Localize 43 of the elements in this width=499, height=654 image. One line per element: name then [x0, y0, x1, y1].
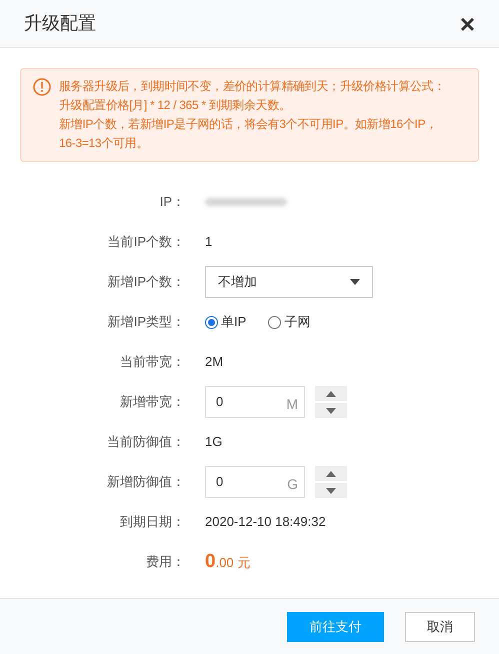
field-label: 费用：: [145, 553, 185, 572]
increment-button[interactable]: [315, 466, 347, 481]
field-label: 新增带宽：: [119, 393, 185, 412]
close-button[interactable]: ×: [460, 10, 475, 36]
field-label: 到期日期：: [119, 513, 185, 532]
decrement-button[interactable]: [315, 403, 347, 418]
increment-button[interactable]: [315, 386, 347, 401]
up-triangle-icon: [326, 470, 336, 476]
number-field[interactable]: 0 G: [205, 466, 305, 498]
field-value: 2020-12-10 18:49:32: [205, 513, 326, 532]
notice-text: 16-3=13个可用。: [59, 135, 148, 152]
radio-option[interactable]: 子网: [268, 312, 310, 332]
field-value: 1G: [205, 433, 222, 452]
up-triangle-icon: [326, 390, 336, 396]
currency-label: 元: [238, 554, 251, 572]
notice-text: 升级配置价格[月] * 12 / 365 * 到期剩余天数。: [59, 97, 291, 114]
price-decimal: .00: [216, 554, 234, 572]
down-triangle-icon: [326, 488, 336, 494]
field-value: 2M: [205, 353, 224, 372]
number-field[interactable]: 0 M: [205, 386, 305, 418]
field-value: 1: [205, 233, 212, 252]
radio-button[interactable]: [268, 316, 282, 328]
field-label: 当前带宽：: [119, 353, 185, 372]
field-label: 当前防御值：: [106, 433, 185, 452]
price-integer: 0: [205, 550, 216, 574]
ip-count-dropdown[interactable]: 不增加: [205, 266, 373, 298]
field-label: 新增防御值：: [106, 473, 185, 492]
field-label: 当前IP个数：: [106, 233, 185, 252]
radio-button[interactable]: [205, 316, 218, 328]
unit-label: M: [286, 394, 298, 414]
notice-text: 服务器升级后，到期时间不变，差价的计算精确到天；升级价格计算公式：: [59, 78, 446, 95]
caret-icon: [350, 279, 360, 285]
field-label: 新增IP类型：: [106, 313, 185, 332]
warning-icon: [33, 78, 51, 96]
decrement-button[interactable]: [315, 483, 347, 498]
down-triangle-icon: [326, 408, 336, 414]
field-label: 新增IP个数：: [106, 273, 185, 292]
dialog-title: 升级配置: [24, 12, 96, 35]
unit-label: G: [287, 474, 298, 494]
field-label: IP：: [158, 193, 185, 212]
radio-option[interactable]: 单IP: [205, 312, 246, 332]
notice-text: 新增IP个数，若新增IP是子网的话，将会有3个不可用IP。如新增16个IP，: [59, 116, 437, 133]
cancel-button[interactable]: 取消: [405, 612, 475, 642]
